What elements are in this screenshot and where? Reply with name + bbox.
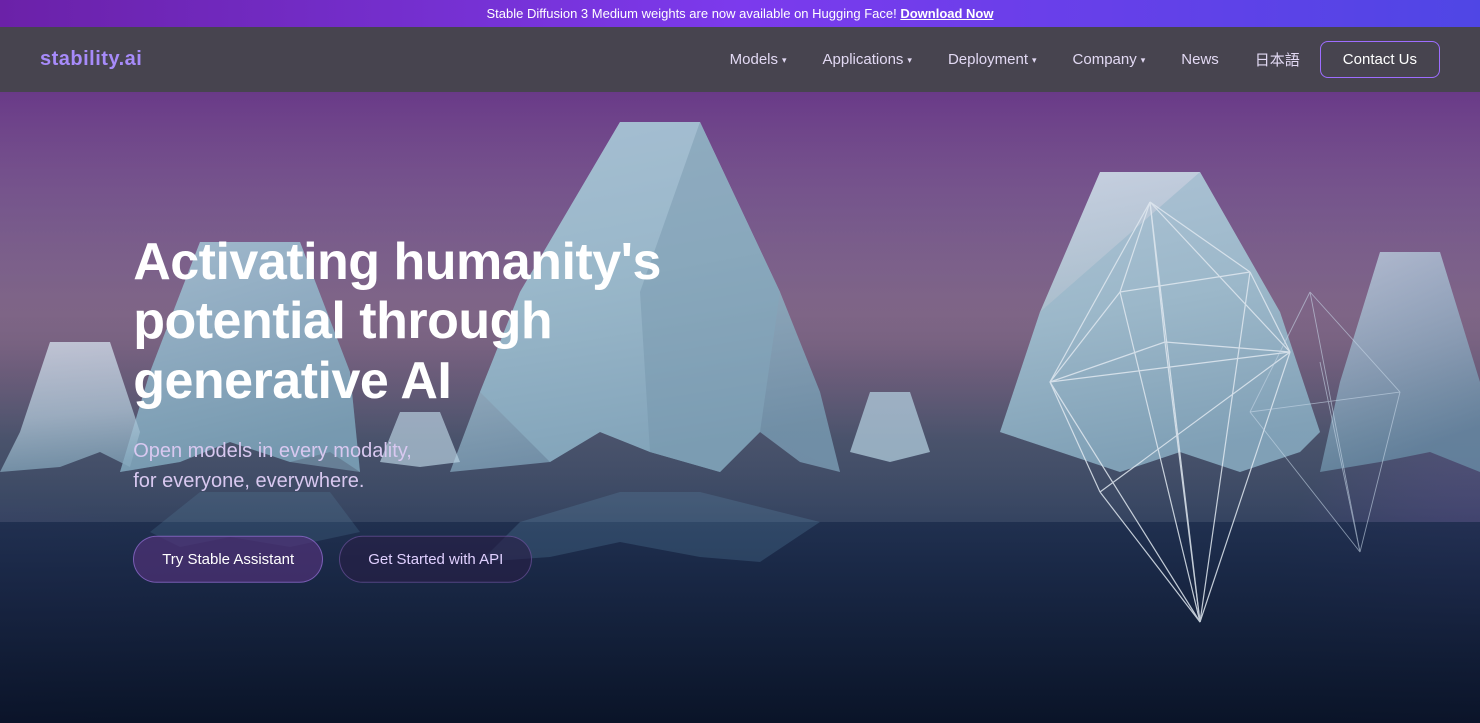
chevron-down-icon: ▾ [782,55,787,66]
nav-links: Models ▾ Applications ▾ Deployment ▾ Com… [714,41,1440,78]
nav-item-deployment[interactable]: Deployment ▾ [932,43,1053,76]
nav-item-news[interactable]: News [1165,43,1235,76]
try-stable-assistant-button[interactable]: Try Stable Assistant [133,536,323,583]
navbar: stability.ai Models ▾ Applications ▾ Dep… [0,27,1480,92]
contact-us-button[interactable]: Contact Us [1320,41,1440,78]
hero-section: Activating humanity's potential through … [0,92,1480,723]
logo-text: stability.ai [40,48,142,71]
chevron-down-icon: ▾ [907,55,912,66]
hero-title: Activating humanity's potential through … [133,232,733,411]
nav-item-models[interactable]: Models ▾ [714,43,803,76]
announcement-text: Stable Diffusion 3 Medium weights are no… [486,6,900,21]
announcement-bar: Stable Diffusion 3 Medium weights are no… [0,0,1480,27]
hero-content: Activating humanity's potential through … [133,232,733,582]
nav-item-applications[interactable]: Applications ▾ [807,43,928,76]
announcement-link[interactable]: Download Now [900,6,993,21]
chevron-down-icon: ▾ [1032,55,1037,66]
chevron-down-icon: ▾ [1141,55,1146,66]
get-started-api-button[interactable]: Get Started with API [339,536,532,583]
logo-accent: .ai [119,48,143,70]
logo[interactable]: stability.ai [40,48,142,71]
hero-subtitle: Open models in every modality, for every… [133,436,733,496]
hero-buttons: Try Stable Assistant Get Started with AP… [133,536,733,583]
nav-item-japanese[interactable]: 日本語 [1239,41,1316,78]
logo-main: stability [40,48,119,70]
nav-item-company[interactable]: Company ▾ [1057,43,1162,76]
